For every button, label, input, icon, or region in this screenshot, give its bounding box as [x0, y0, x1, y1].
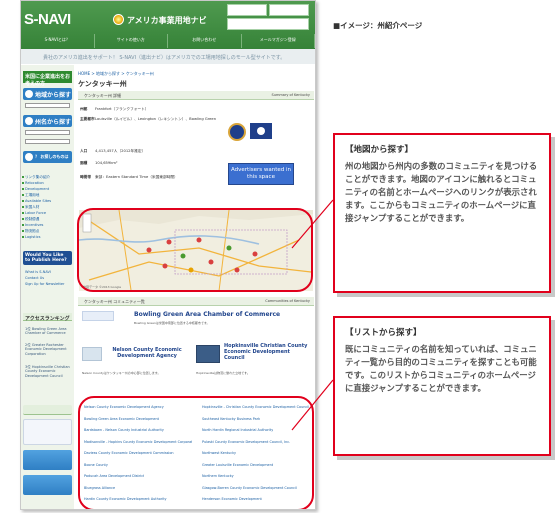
main-content: HOME > 地域から探す > ケンタッキー州 ケンタッキー州 ケンタッキー州 …: [77, 65, 314, 509]
header-links: [227, 4, 311, 32]
callout-list-body: 既にコミュニティの名前を知っていれば、コミュニティ一覧から目的のコミュニティを探…: [345, 344, 537, 394]
panel-title: ■イメージ：州紹介ページ: [333, 21, 423, 30]
region-select[interactable]: [25, 103, 70, 108]
community-section-subtitle: Communities of Kentucky: [265, 299, 310, 303]
website-screenshot: S-NAVI アメリカ事業用地ナビ S-NAVIとは？ サイトの使い方 お問い合…: [20, 0, 316, 510]
ranking-item-2[interactable]: 2位 Greater Rochester Economic Developmen…: [25, 343, 71, 356]
site-logo[interactable]: S-NAVI: [24, 11, 71, 28]
map-pin-icon: [25, 117, 33, 125]
feature-link[interactable]: Sign Up for Newsletter: [25, 282, 65, 286]
breadcrumb[interactable]: HOME > 地域から探す > ケンタッキー州: [78, 71, 154, 77]
info-row-population: 人口 4,413,457人（2012年推定）: [80, 149, 146, 153]
list-item[interactable]: Logistics: [22, 235, 41, 239]
left-sidebar: 米国に企業進出をお考えの方 地域から探す 州名から探す ？ お探しのものは リン…: [21, 65, 74, 509]
bowling-green-logo: [82, 311, 114, 321]
callout-list: 【リストから探す】 既にコミュニティの名前を知っていれば、コミュニティ一覧から目…: [333, 316, 551, 456]
page-title: ケンタッキー州: [78, 80, 127, 88]
list-item[interactable]: 米国人材: [21, 205, 39, 210]
featured-community-desc: Hopkinsvilleは物流に優れた立地です。: [196, 371, 250, 375]
callout-map-title: 【地図から探す】: [345, 145, 414, 155]
nelson-county-logo: [82, 347, 102, 361]
info-row-timezone: 時間帯 東部：Eastern Standard Time（米国東部時間）: [80, 175, 178, 179]
feature-link[interactable]: Contact Us: [25, 276, 44, 280]
feature-head: [23, 405, 72, 415]
state-flag-icon: [250, 123, 272, 139]
hopkinsville-logo: [196, 345, 220, 363]
map-highlight-ring: [77, 208, 313, 292]
callout-list-title: 【リストから探す】: [345, 328, 422, 338]
state-search-button[interactable]: 州名から探す: [23, 115, 72, 127]
state-select-1[interactable]: [25, 130, 70, 135]
list-item[interactable]: Incentives: [21, 223, 43, 227]
info-row-capital: 州都 Frankfort（フランクフォート）: [80, 107, 149, 111]
state-section-subtitle: Summary of Kentucky: [271, 93, 311, 97]
info-row-area: 面積 104,659km²: [80, 161, 118, 165]
header-link-box[interactable]: [227, 4, 267, 16]
featured-community-title[interactable]: Hopkinsville Christian County Economic D…: [224, 343, 312, 361]
region-search-label: 地域から探す: [35, 92, 72, 99]
site-tagline: 貴社のアメリカ進出をサポート！ S-NAVI（進出ナビ）はアメリカでの工場用地探…: [21, 49, 315, 64]
list-item[interactable]: Development: [21, 187, 49, 191]
global-nav: S-NAVIとは？ サイトの使い方 お問い合わせ メールマガジン登録: [21, 34, 315, 48]
featured-community-desc: Bowling Greenは米国中南部に位置する中核都市です。: [134, 321, 210, 325]
callout-map: 【地図から探す】 州の地図から州内の多数のコミュニティを見つけることができます。…: [333, 133, 551, 293]
list-item[interactable]: Available Sites: [21, 199, 51, 203]
state-seal-icon: [228, 123, 246, 141]
region-search-button[interactable]: 地域から探す: [23, 88, 72, 100]
nav-item-newsletter[interactable]: メールマガジン登録: [242, 34, 315, 48]
list-item[interactable]: Relocation: [22, 181, 44, 185]
state-section-title: ケンタッキー州 詳細: [84, 93, 122, 98]
list-item[interactable]: リンク集の紹介: [21, 175, 50, 180]
search-input[interactable]: [227, 18, 309, 30]
nav-item-howto[interactable]: サイトの使い方: [95, 34, 168, 48]
feature-card[interactable]: [23, 419, 72, 445]
faq-label: ？ お探しのものは: [35, 154, 69, 159]
google-search-box[interactable]: [269, 4, 309, 16]
feature-link[interactable]: What is S-NAVI: [25, 270, 51, 274]
ranking-item-3[interactable]: 3位 Hopkinsville Christian County Economi…: [25, 365, 71, 378]
featured-community-title[interactable]: Nelson County Economic Development Agenc…: [106, 347, 188, 359]
list-item[interactable]: 税制優遇: [21, 217, 39, 222]
callout-map-body: 州の地図から州内の多数のコミュニティを見つけることができます。地図のアイコンに触…: [345, 161, 538, 224]
state-select-2[interactable]: [25, 139, 70, 144]
logo-mark-icon: [113, 14, 124, 25]
community-section-title: ケンタッキー州 コミュニティ一覧: [84, 299, 145, 304]
publish-banner[interactable]: Would You Like to Publish Here?: [23, 251, 72, 265]
globe-icon: [25, 90, 33, 98]
info-row-cities: 主要都市Louisville（ルイビル）、Lexington（レキシントン）、B…: [80, 117, 217, 121]
featured-community-title[interactable]: Bowling Green Area Chamber of Commerce: [134, 311, 280, 318]
list-highlight-ring: [78, 396, 314, 509]
blue-banner[interactable]: [23, 450, 72, 470]
nav-item-about[interactable]: S-NAVIとは？: [21, 34, 95, 48]
list-item[interactable]: Labor Force: [21, 211, 46, 215]
nav-item-contact[interactable]: お問い合わせ: [168, 34, 242, 48]
state-search-label: 州名から探す: [35, 119, 72, 126]
site-header: S-NAVI アメリカ事業用地ナビ S-NAVIとは？ サイトの使い方 お問い合…: [21, 1, 315, 64]
ranking-item-1[interactable]: 1位 Bowling Green Area Chamber of Commerc…: [25, 327, 71, 336]
ranking-head: アクセスランキング: [23, 313, 72, 322]
list-item[interactable]: 工場用地: [21, 193, 39, 198]
blue-banner[interactable]: [23, 475, 72, 495]
question-icon: [25, 153, 33, 161]
community-section-head: ケンタッキー州 コミュニティ一覧 Communities of Kentucky: [78, 297, 314, 306]
featured-community-desc: Nelson Countyはケンタッキー州の中心部に位置します。: [82, 371, 161, 375]
state-section-head: ケンタッキー州 詳細 Summary of Kentucky: [78, 91, 314, 100]
faq-button[interactable]: ？ お探しのものは: [23, 151, 72, 163]
sidebar-head: 米国に企業進出をお考えの方: [23, 71, 72, 87]
list-item[interactable]: 物流拠点: [21, 229, 39, 234]
site-name: アメリカ事業用地ナビ: [127, 16, 207, 25]
advertisement-box[interactable]: Advertisers wanted in this space: [228, 163, 294, 185]
